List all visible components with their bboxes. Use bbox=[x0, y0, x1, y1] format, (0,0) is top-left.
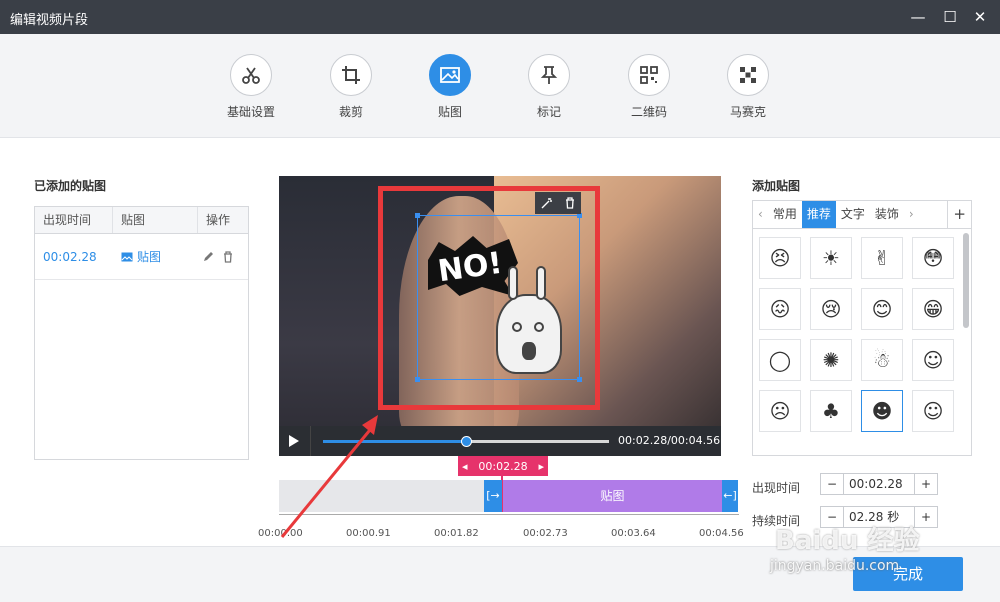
plus-icon[interactable]: + bbox=[915, 474, 937, 494]
column-sticker: 贴图 bbox=[113, 207, 198, 233]
add-sticker-button[interactable]: + bbox=[947, 201, 971, 228]
scissors-icon bbox=[230, 54, 272, 96]
tool-label: 马赛克 bbox=[729, 105, 766, 119]
sticker-tabs: ‹ 常用 推荐 文字 装饰 › + bbox=[753, 201, 971, 229]
sticker-panel-title: 添加贴图 bbox=[752, 179, 801, 193]
tool-crop[interactable]: 裁剪 bbox=[316, 54, 386, 120]
marker-time: 00:02.28 bbox=[478, 459, 528, 473]
appear-time-label: 出现时间 bbox=[752, 481, 801, 495]
image-icon bbox=[121, 252, 133, 261]
sticker-item[interactable]: ☀ bbox=[810, 237, 852, 279]
sticker-item[interactable]: 😊 bbox=[861, 288, 903, 330]
time-display: 00:02.28/00:04.56 bbox=[618, 434, 721, 447]
tab-common[interactable]: 常用 bbox=[768, 201, 802, 228]
list-header: 出现时间 贴图 操作 bbox=[35, 207, 248, 234]
trash-icon[interactable] bbox=[222, 250, 234, 263]
timeline-marker[interactable]: ◂ 00:02.28 ▸ bbox=[458, 456, 548, 476]
edit-icon[interactable] bbox=[202, 251, 214, 263]
tool-label: 贴图 bbox=[437, 105, 462, 119]
added-list-title: 已添加的贴图 bbox=[34, 179, 107, 193]
tick-label: 00:04.56 bbox=[699, 528, 744, 539]
tab-next-icon[interactable]: › bbox=[904, 201, 919, 228]
qrcode-icon bbox=[628, 54, 670, 96]
column-time: 出现时间 bbox=[35, 207, 113, 233]
sticker-item[interactable]: ♣ bbox=[810, 390, 852, 432]
tool-label: 裁剪 bbox=[338, 105, 363, 119]
maximize-icon[interactable]: ☐ bbox=[940, 7, 960, 27]
item-actions bbox=[198, 250, 234, 263]
tab-decoration[interactable]: 装饰 bbox=[870, 201, 904, 228]
image-icon bbox=[429, 54, 471, 96]
tool-label: 二维码 bbox=[630, 105, 667, 119]
sticker-item[interactable]: ◯ bbox=[759, 339, 801, 381]
sticker-item[interactable]: ☹ bbox=[759, 390, 801, 432]
tab-text[interactable]: 文字 bbox=[836, 201, 870, 228]
sticker-item[interactable]: 😢 bbox=[810, 288, 852, 330]
tick-label: 00:02.73 bbox=[523, 528, 568, 539]
tab-prev-icon[interactable]: ‹ bbox=[753, 201, 768, 228]
appear-time-stepper[interactable]: − 00:02.28 + bbox=[820, 473, 938, 495]
item-time: 00:02.28 bbox=[43, 249, 97, 264]
watermark-logo: Baidu 经验 bbox=[775, 526, 920, 556]
annotation-arrow bbox=[280, 415, 378, 538]
annotation-box bbox=[378, 186, 600, 410]
sticker-item[interactable]: 😳 bbox=[912, 237, 954, 279]
tool-mosaic[interactable]: 马赛克 bbox=[713, 54, 783, 120]
caret-left-icon[interactable]: ◂ bbox=[462, 460, 468, 473]
list-item[interactable]: 00:02.28 贴图 bbox=[35, 234, 248, 280]
caret-right-icon[interactable]: ▸ bbox=[538, 460, 544, 473]
mosaic-icon bbox=[727, 54, 769, 96]
window-title: 编辑视频片段 bbox=[10, 13, 89, 28]
watermark-url: jingyan.baidu.com bbox=[770, 558, 900, 574]
tool-label: 标记 bbox=[536, 105, 561, 119]
sticker-item[interactable]: 😣 bbox=[759, 237, 801, 279]
toolbar: 基础设置 裁剪 贴图 标记 二维码 马赛克 bbox=[0, 34, 1000, 138]
clip-start-handle[interactable]: [→ bbox=[484, 480, 502, 512]
tool-label: 基础设置 bbox=[226, 105, 275, 119]
progress-knob[interactable] bbox=[461, 436, 472, 447]
crop-icon bbox=[330, 54, 372, 96]
tool-basic-settings[interactable]: 基础设置 bbox=[216, 54, 286, 120]
added-sticker-list: 出现时间 贴图 操作 00:02.28 贴图 bbox=[34, 206, 249, 460]
appear-time-value[interactable]: 00:02.28 bbox=[843, 474, 915, 494]
tick-label: 00:03.64 bbox=[611, 528, 656, 539]
pin-icon bbox=[528, 54, 570, 96]
tool-mark[interactable]: 标记 bbox=[514, 54, 584, 120]
sticker-item[interactable]: ✌ bbox=[861, 237, 903, 279]
tool-qrcode[interactable]: 二维码 bbox=[614, 54, 684, 120]
sticker-item[interactable]: 😁 bbox=[912, 288, 954, 330]
sticker-clip[interactable]: 贴图 bbox=[503, 480, 722, 512]
sticker-item[interactable]: ☺ bbox=[912, 390, 954, 432]
clip-end-handle[interactable]: ←] bbox=[722, 480, 738, 512]
item-sticker: 贴图 bbox=[113, 248, 198, 265]
sticker-item[interactable]: ✺ bbox=[810, 339, 852, 381]
title-bar: 编辑视频片段 — ☐ ✕ bbox=[0, 0, 1000, 34]
close-icon[interactable]: ✕ bbox=[970, 7, 990, 27]
sticker-item[interactable]: 😖 bbox=[759, 288, 801, 330]
column-actions: 操作 bbox=[206, 213, 231, 227]
sticker-item[interactable]: ☺ bbox=[912, 339, 954, 381]
minus-icon[interactable]: − bbox=[821, 474, 843, 494]
tick-label: 00:01.82 bbox=[434, 528, 479, 539]
item-name: 贴图 bbox=[137, 250, 162, 264]
minimize-icon[interactable]: — bbox=[908, 7, 928, 27]
tab-recommended[interactable]: 推荐 bbox=[801, 201, 836, 228]
scrollbar-thumb[interactable] bbox=[963, 233, 969, 328]
sticker-item[interactable]: ☃ bbox=[861, 339, 903, 381]
tool-sticker[interactable]: 贴图 bbox=[415, 54, 485, 120]
sticker-picker: ‹ 常用 推荐 文字 装饰 › + 😣 ☀ ✌ 😳 😖 😢 😊 😁 ◯ ✺ ☃ … bbox=[752, 200, 972, 456]
sticker-item-selected[interactable]: ☻ bbox=[861, 390, 903, 432]
